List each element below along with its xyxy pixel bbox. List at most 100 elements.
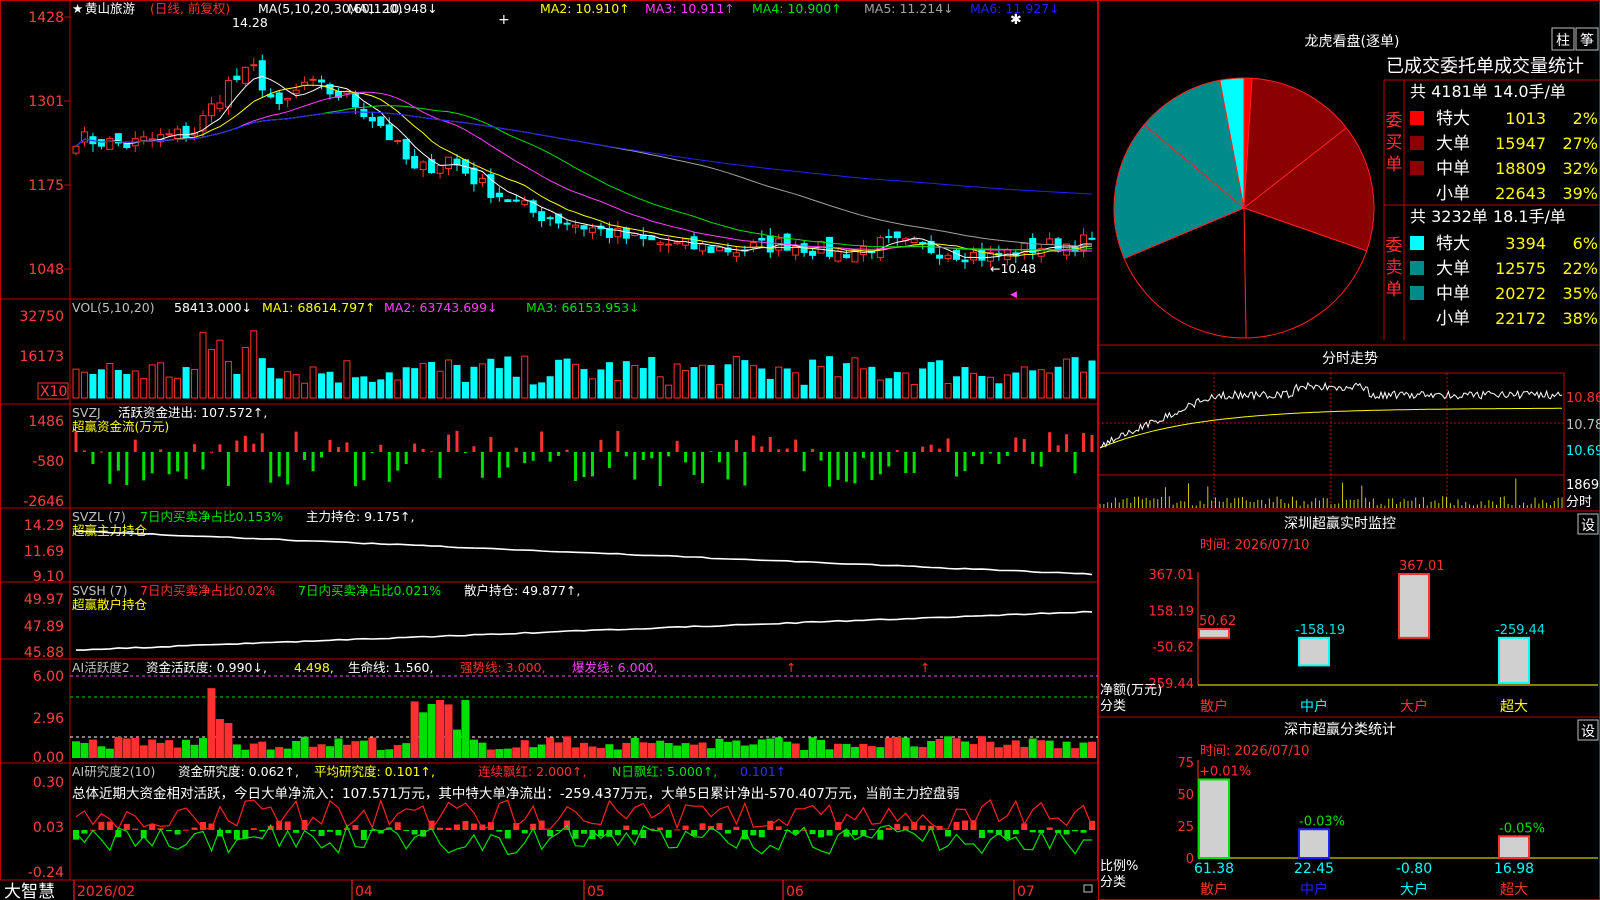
svzj-panel[interactable]: SVZJ 活跃资金进出: 107.572↑, 超赢资金流(万元) 1486 -5… (23, 405, 1094, 510)
activity-bar (622, 742, 631, 758)
svzj-bar (692, 452, 696, 475)
vertical-label-char: 卖 (1386, 258, 1403, 278)
research-bar (775, 826, 782, 830)
order-type: 中单 (1436, 159, 1470, 179)
monitor-bar-label: -259.44 (1495, 623, 1545, 638)
svzl-panel[interactable]: SVZL (7) 7日内买卖净占比0.153% 主力持仓: 9.175↑, 超赢… (24, 509, 1093, 585)
volume-bar (343, 360, 351, 399)
ai-research-bars (73, 820, 1095, 840)
research-bar (106, 821, 113, 830)
candle-body (766, 235, 774, 253)
ai-research-panel[interactable]: AI研究度2(10) 资金研究度: 0.062↑, 平均研究度: 0.101↑,… (28, 764, 1095, 881)
sz-monitor-panel[interactable]: 深圳超赢实时监控 设 时间: 2026/07/10 367.01 158.19 -5… (1100, 513, 1599, 715)
candle-body (580, 225, 588, 230)
volume-bar (216, 339, 224, 399)
volume-bar (165, 376, 173, 399)
candle-body (97, 139, 105, 147)
candle-body (851, 250, 859, 263)
research-bar (826, 830, 833, 836)
vol-ma2: MA2: 63743.699↓ (384, 300, 498, 315)
order-volume: 12575 (1495, 259, 1546, 278)
svsh-tick-0: 49.97 (24, 592, 64, 608)
activity-bar (647, 743, 656, 758)
activity-bar (571, 747, 580, 758)
star-icon[interactable]: ★ (72, 1, 83, 16)
svzj-bar (624, 452, 628, 457)
activity-bar (1020, 746, 1029, 758)
candle-body (758, 237, 766, 241)
order-type: 小单 (1436, 184, 1470, 204)
svsh-panel[interactable]: SVSH (7) 7日内买卖净占比0.02% 7日内买卖净占比0.021% 散户… (24, 583, 1093, 661)
sz-classify-panel[interactable]: 深市超赢分类统计 设 时间: 2026/07/10 75 50 25 0 +0.01% 6… (1100, 719, 1599, 898)
volume-bar (72, 368, 80, 399)
svzl-line (75, 530, 1093, 576)
ai-activity-panel[interactable]: AI活跃度2 资金活跃度: 0.990↓, 4.498, 生命线: 1.560,… (33, 660, 1098, 766)
price-tick-1: 1301 (28, 94, 64, 110)
svzj-bar (811, 448, 815, 452)
activity-bar (80, 742, 89, 758)
candle-body (521, 200, 529, 205)
svzl-tick-0: 14.29 (24, 518, 64, 534)
research-bar (276, 820, 283, 830)
research-bar (394, 822, 401, 830)
volume-bar (792, 372, 800, 399)
vertical-label-char: 单 (1386, 155, 1403, 175)
volume-bar (817, 365, 825, 399)
volume-bar (639, 368, 647, 399)
volume-bar (402, 367, 410, 399)
activity-bar (952, 738, 961, 758)
candle-body (885, 236, 893, 239)
chart-mode[interactable]: (日线, 前复权) (150, 1, 230, 16)
volume-bar (588, 378, 596, 399)
research-bar (98, 821, 105, 830)
classify-change: +0.01% (1199, 764, 1251, 779)
ai2-tick-2: -0.24 (28, 865, 64, 881)
svzj-bar (514, 447, 518, 452)
research-bar (437, 827, 444, 830)
activity-bar (419, 712, 428, 758)
activity-bar (850, 747, 859, 758)
monitor-bar-chart: 367.01 158.19 -50.62 -259.44 50.62 散户 -158.19 中… (1144, 559, 1598, 715)
svsh-tick-2: 45.88 (24, 645, 64, 661)
svzj-bar (768, 436, 772, 452)
monitor-tick: -50.62 (1152, 641, 1194, 656)
order-percent: 6% (1573, 234, 1598, 253)
volume-bar (445, 359, 453, 399)
svzj-bar (387, 452, 391, 482)
date-tick-1: 04 (355, 884, 373, 900)
volume-bar (512, 376, 520, 399)
activity-bar (503, 748, 512, 758)
brand-label[interactable]: 大智慧 (4, 882, 55, 900)
candle-body (699, 243, 707, 252)
activity-bar (453, 729, 461, 758)
activity-bar (664, 743, 673, 758)
volume-panel[interactable]: VOL(5,10,20) 58413.000↓ MA1: 68614.797↑ … (19, 300, 1096, 400)
volume-bar (927, 362, 935, 399)
svzj-bar (201, 452, 205, 470)
vol-ma3: MA3: 66153.953↓ (526, 300, 640, 315)
volume-bar (775, 366, 783, 399)
classify-tick: 25 (1177, 820, 1194, 835)
volume-bar (800, 384, 808, 399)
activity-bar (97, 746, 106, 758)
activity-bar (537, 744, 546, 758)
svzj-bar (616, 430, 620, 452)
svzj-bar (828, 452, 832, 487)
research-bar (758, 830, 765, 838)
price-panel[interactable]: 1428 1301 1175 1048 ★ 黄山旅游 (日线, 前复权) MA(… (28, 1, 1096, 300)
volume-bar (326, 371, 334, 399)
intraday-panel[interactable]: 分时走势 10.86 10.78 10.69 1869 分时 (1097, 351, 1600, 510)
research-bar (953, 821, 960, 830)
volume-bar (182, 367, 190, 399)
volume-bar (673, 363, 681, 399)
svzj-tick-1: -580 (32, 454, 64, 470)
ai2-title: AI研究度2(10) (72, 764, 155, 779)
activity-bar (461, 700, 470, 758)
bar-mode-label: 柱 (1556, 33, 1570, 49)
svzj-bar (971, 452, 975, 457)
activity-bar (520, 740, 529, 758)
price-tick-0: 1428 (28, 10, 64, 26)
monitor-tick: 158.19 (1149, 604, 1195, 619)
intraday-tick-1: 10.78 (1566, 418, 1600, 433)
svzj-bar (641, 452, 645, 460)
